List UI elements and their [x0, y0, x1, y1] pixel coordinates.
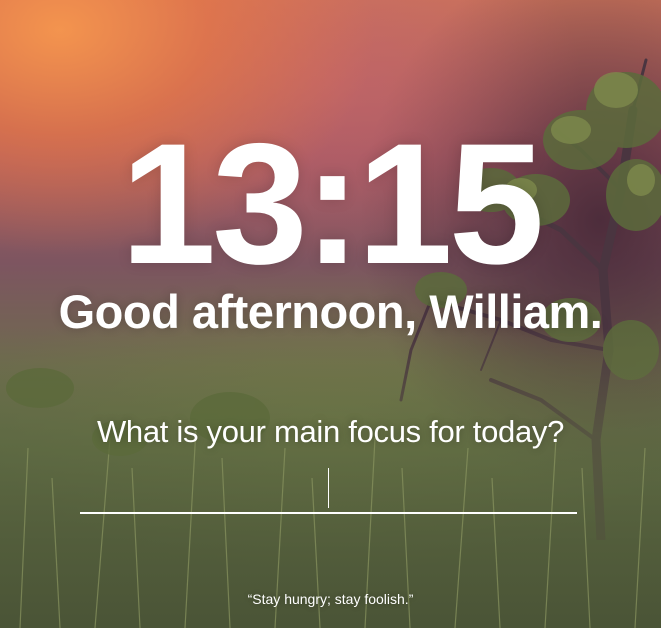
new-tab-dashboard: 13:15 Good afternoon, William. What is y…: [0, 0, 661, 628]
focus-question: What is your main focus for today?: [96, 414, 565, 449]
clock-time: 13:15: [120, 108, 545, 300]
greeting-text: Good afternoon, William.: [58, 285, 603, 338]
text-caret: [328, 468, 329, 508]
quote-text[interactable]: “Stay hungry; stay foolish.”: [0, 590, 661, 608]
